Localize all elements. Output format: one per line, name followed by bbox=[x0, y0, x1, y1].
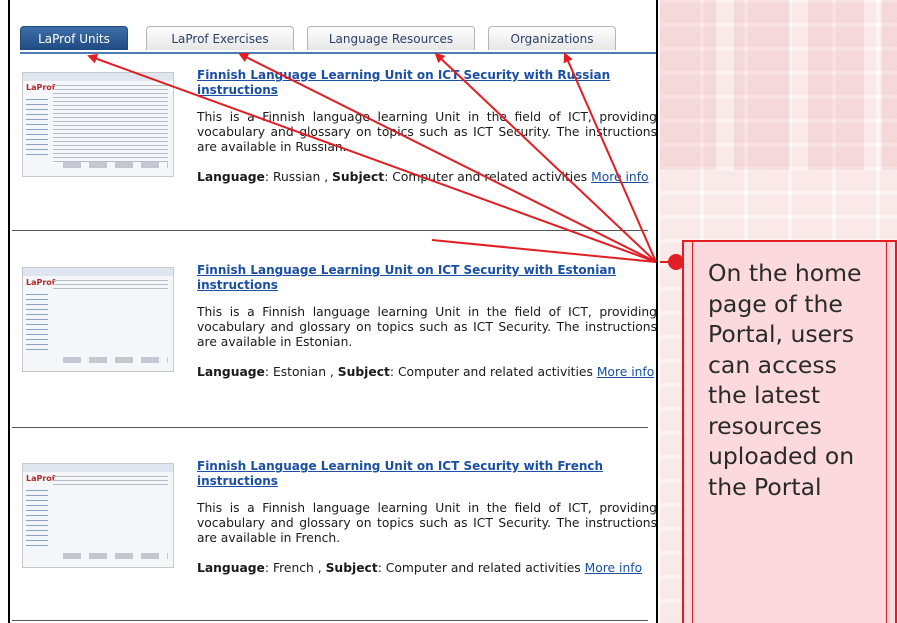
unit-description: This is a Finnish language learning Unit… bbox=[197, 305, 657, 349]
subject-value: Computer and related activities bbox=[392, 170, 588, 184]
more-info-link[interactable]: More info bbox=[585, 561, 642, 575]
callout-box: On the home page of the Portal, users ca… bbox=[682, 240, 897, 623]
unit-thumbnail[interactable]: LaProf bbox=[22, 267, 174, 372]
unit-description: This is a Finnish language learning Unit… bbox=[197, 501, 657, 545]
tab-laprof-exercises[interactable]: LaProf Exercises bbox=[146, 26, 294, 50]
unit-thumbnail[interactable]: LaProf bbox=[22, 463, 174, 568]
thumbnail-content bbox=[53, 85, 168, 163]
tab-bar: LaProf Units LaProf Exercises Language R… bbox=[20, 22, 656, 54]
thumbnail-sidebar bbox=[26, 294, 48, 354]
thumbnail-buttons bbox=[63, 162, 168, 168]
unit-meta: Language: French , Subject: Computer and… bbox=[197, 561, 643, 575]
thumbnail-buttons bbox=[63, 553, 168, 559]
thumbnail-logo: LaProf bbox=[26, 83, 56, 92]
unit-meta: Language: Estonian , Subject: Computer a… bbox=[197, 365, 655, 379]
subject-value: Computer and related activities bbox=[397, 365, 593, 379]
item-divider bbox=[12, 427, 648, 428]
language-label: Language bbox=[197, 561, 265, 575]
more-info-link[interactable]: More info bbox=[597, 365, 654, 379]
item-divider bbox=[12, 620, 648, 621]
language-label: Language bbox=[197, 365, 265, 379]
thumbnail-sidebar bbox=[26, 490, 48, 550]
tab-organizations[interactable]: Organizations bbox=[488, 26, 616, 50]
subject-label: Subject bbox=[325, 561, 378, 575]
unit-title-link[interactable]: Finnish Language Learning Unit on ICT Se… bbox=[197, 459, 653, 489]
resources-panel: LaProf Units LaProf Exercises Language R… bbox=[8, 0, 658, 623]
unit-description: This is a Finnish language learning Unit… bbox=[197, 110, 657, 154]
thumbnail-logo: LaProf bbox=[26, 278, 56, 287]
subject-value: Computer and related activities bbox=[385, 561, 581, 575]
thumbnail-sidebar bbox=[26, 99, 48, 159]
more-info-link[interactable]: More info bbox=[591, 170, 648, 184]
thumbnail-buttons bbox=[63, 357, 168, 363]
language-value: French bbox=[272, 561, 314, 575]
unit-title-link[interactable]: Finnish Language Learning Unit on ICT Se… bbox=[197, 263, 653, 293]
unit-thumbnail[interactable]: LaProf bbox=[22, 72, 174, 177]
thumbnail-header bbox=[23, 464, 173, 472]
unit-title-link[interactable]: Finnish Language Learning Unit on ICT Se… bbox=[197, 68, 653, 98]
language-value: Russian bbox=[272, 170, 321, 184]
subject-label: Subject bbox=[337, 365, 390, 379]
thumbnail-header bbox=[23, 268, 173, 276]
thumbnail-content bbox=[53, 280, 168, 290]
thumbnail-header bbox=[23, 73, 173, 81]
unit-meta: Language: Russian , Subject: Computer an… bbox=[197, 170, 649, 184]
thumbnail-content bbox=[53, 476, 168, 486]
background-grid-top bbox=[660, 0, 897, 170]
tab-laprof-units[interactable]: LaProf Units bbox=[20, 26, 128, 50]
subject-label: Subject bbox=[332, 170, 385, 184]
language-label: Language bbox=[197, 170, 265, 184]
language-value: Estonian bbox=[272, 365, 327, 379]
callout-text: On the home page of the Portal, users ca… bbox=[708, 259, 862, 501]
item-divider bbox=[12, 230, 648, 231]
tab-language-resources[interactable]: Language Resources bbox=[307, 26, 475, 50]
thumbnail-logo: LaProf bbox=[26, 474, 56, 483]
